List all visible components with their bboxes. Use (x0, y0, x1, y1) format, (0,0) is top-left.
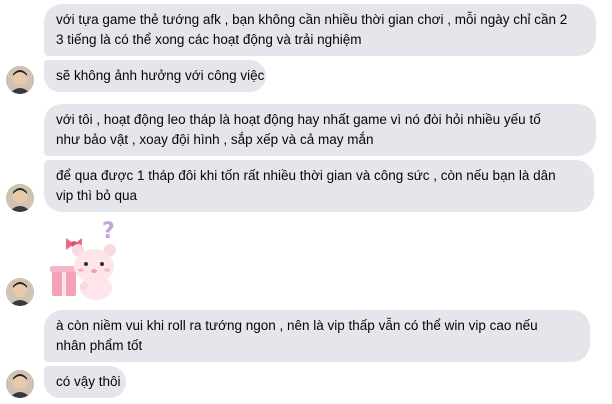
user-avatar-icon[interactable] (6, 278, 34, 306)
confused-bear-sticker-icon[interactable]: ? (44, 214, 140, 306)
message-bubble[interactable]: có vậy thôi (44, 366, 126, 398)
message-text: để qua được 1 tháp đôi khi tốn rất nhiều… (56, 168, 556, 183)
question-mark-icon: ? (102, 219, 115, 244)
message-text: 3 tiếng là có thể xong các hoạt động và … (56, 32, 362, 47)
user-avatar-icon[interactable] (6, 184, 34, 212)
user-avatar-icon[interactable] (6, 66, 34, 94)
message-text: à còn niềm vui khi roll ra tướng ngon , … (56, 318, 538, 333)
message-text: sẽ không ảnh hưởng với công việc (56, 68, 265, 83)
message-text: với tựa game thẻ tướng afk , bạn không c… (56, 12, 568, 27)
message-bubble[interactable]: à còn niềm vui khi roll ra tướng ngon , … (44, 310, 590, 362)
message-text: có vậy thôi (56, 374, 121, 389)
message-text: với tôi , hoạt động leo tháp là hoạt độn… (56, 112, 541, 127)
message-bubble[interactable]: với tựa game thẻ tướng afk , bạn không c… (44, 4, 596, 56)
message-text: như bảo vật , xoay đội hình , sắp xếp và… (56, 132, 374, 147)
message-bubble[interactable]: với tôi , hoạt động leo tháp là hoạt độn… (44, 104, 596, 156)
user-avatar-icon[interactable] (6, 370, 34, 398)
message-text: vip thì bỏ qua (56, 188, 138, 203)
message-bubble[interactable]: sẽ không ảnh hưởng với công việc (44, 60, 266, 92)
message-bubble[interactable]: để qua được 1 tháp đôi khi tốn rất nhiều… (44, 160, 594, 212)
message-text: nhân phẩm tốt (56, 338, 143, 353)
